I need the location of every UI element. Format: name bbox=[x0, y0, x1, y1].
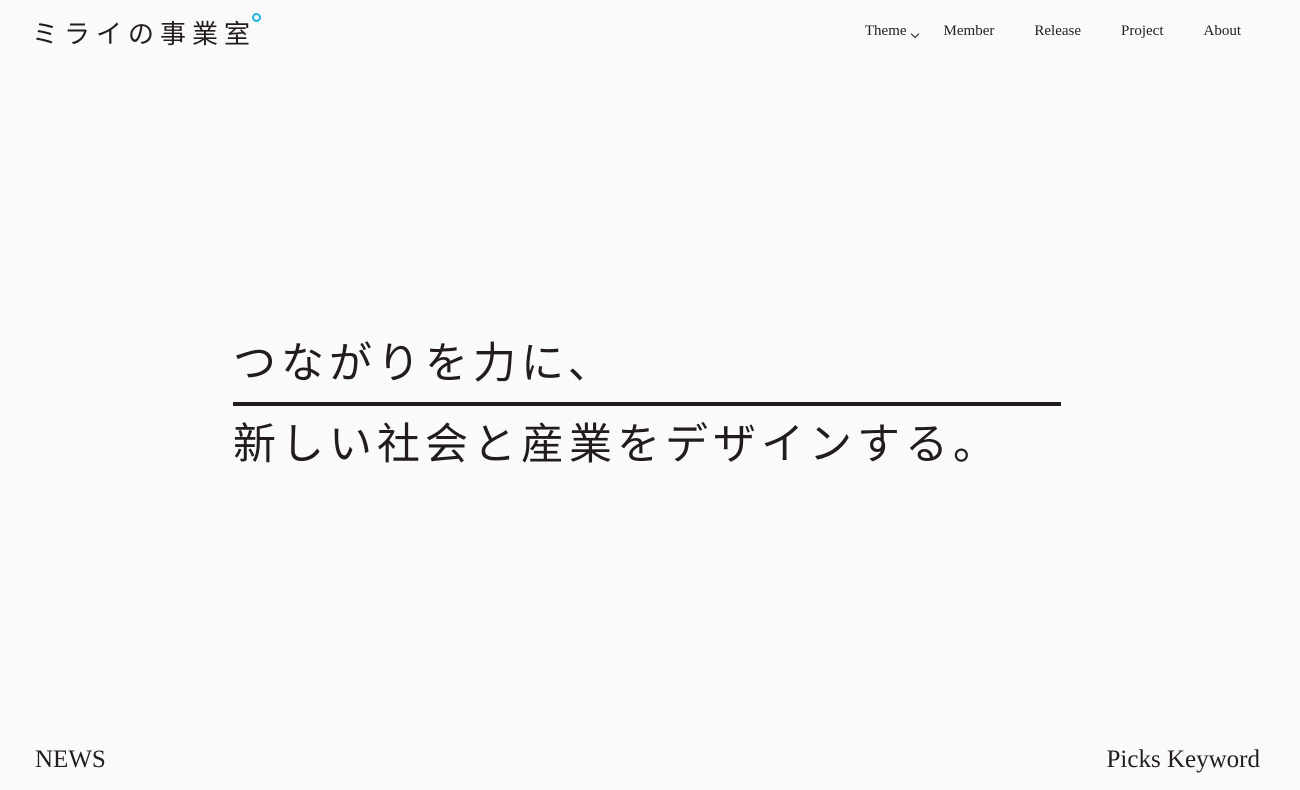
logo-circle-icon bbox=[252, 13, 262, 22]
hero-copy: つながりを力に、 新しい社会と産業をデザインする。 bbox=[233, 333, 1061, 476]
hero-headline-line1: つながりを力に、 bbox=[233, 339, 616, 389]
main-nav: Theme Member Release Project About bbox=[865, 21, 1241, 41]
nav-item-release-label: Release bbox=[1034, 23, 1081, 39]
chevron-down-icon bbox=[910, 29, 919, 39]
nav-item-theme[interactable]: Theme bbox=[864, 21, 919, 41]
nav-item-about-label: About bbox=[1203, 23, 1242, 39]
nav-item-theme-label: Theme bbox=[864, 23, 907, 39]
nav-item-about[interactable]: About bbox=[1204, 21, 1242, 41]
hero-headline-line2: 新しい社会と産業をデザインする。 bbox=[233, 420, 1001, 470]
hero-divider bbox=[233, 402, 1061, 406]
logo-text: ミライの事業室 bbox=[32, 20, 257, 50]
nav-item-project-label: Project bbox=[1121, 23, 1164, 39]
nav-item-project[interactable]: Project bbox=[1121, 21, 1164, 41]
picks-keyword-heading[interactable]: Picks Keyword bbox=[1107, 744, 1260, 776]
site-logo[interactable]: ミライの事業室 bbox=[32, 13, 262, 52]
nav-item-member-label: Member bbox=[943, 23, 995, 39]
nav-item-member[interactable]: Member bbox=[944, 21, 995, 41]
nav-item-release[interactable]: Release bbox=[1034, 21, 1081, 41]
news-section-heading[interactable]: NEWS bbox=[35, 744, 106, 776]
